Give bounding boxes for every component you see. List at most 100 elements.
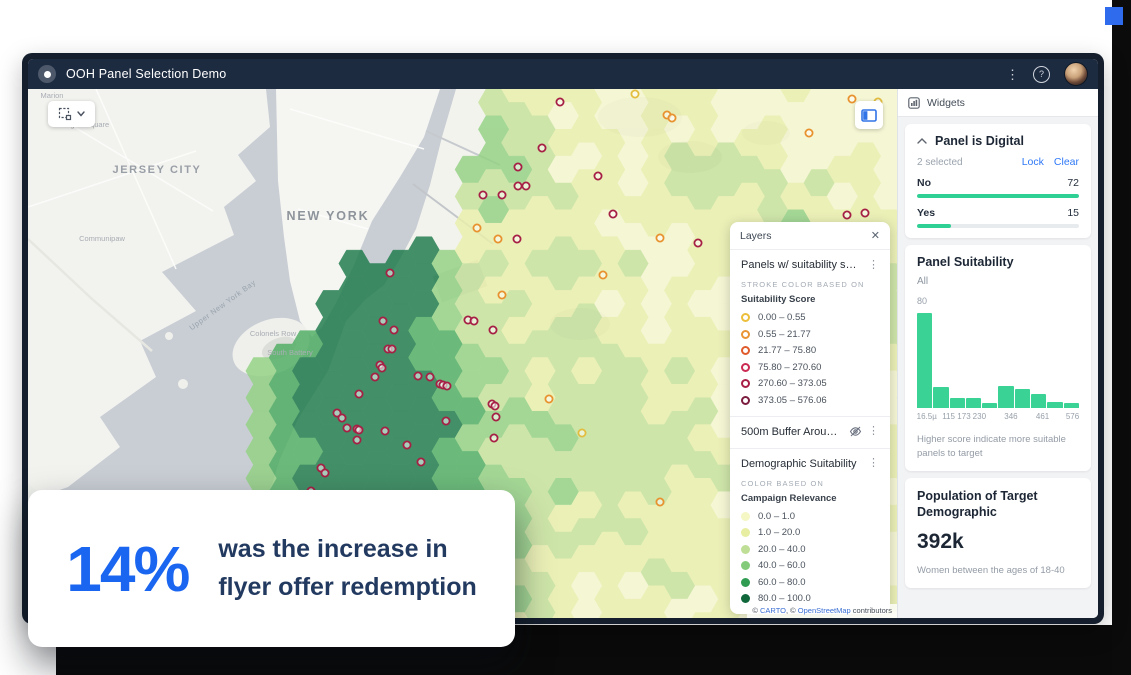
histogram-bar[interactable] xyxy=(1015,389,1030,408)
legend-ring-swatch xyxy=(741,330,750,339)
histogram-bar[interactable] xyxy=(1064,403,1079,408)
panel-marker[interactable] xyxy=(556,98,563,105)
legend-dot-swatch xyxy=(741,594,750,603)
legend-dot-swatch xyxy=(741,561,750,570)
x-tick-label: 230 xyxy=(973,412,986,421)
panel-marker[interactable] xyxy=(470,317,477,324)
panel-marker[interactable] xyxy=(417,458,424,465)
panel-marker[interactable] xyxy=(513,235,520,242)
panel-marker[interactable] xyxy=(594,172,601,179)
histogram-bar[interactable] xyxy=(982,403,997,408)
map-panel-toggle-button[interactable] xyxy=(855,101,883,129)
histogram-bar[interactable] xyxy=(966,398,981,408)
lock-button[interactable]: Lock xyxy=(1022,156,1044,168)
legend-label: 80.0 – 100.0 xyxy=(758,593,811,604)
panel-marker[interactable] xyxy=(656,234,663,241)
panel-marker[interactable] xyxy=(514,163,521,170)
panel-marker[interactable] xyxy=(381,427,388,434)
histogram-bar[interactable] xyxy=(950,398,965,408)
panel-marker[interactable] xyxy=(668,114,675,121)
panel-marker[interactable] xyxy=(355,390,362,397)
panel-marker[interactable] xyxy=(379,317,386,324)
histogram[interactable] xyxy=(917,308,1079,408)
legend-item: 60.0 – 80.0 xyxy=(741,577,879,588)
selection-tool-button[interactable] xyxy=(48,101,95,127)
panel-marker[interactable] xyxy=(631,90,638,97)
histogram-bar[interactable] xyxy=(917,313,932,408)
panel-marker[interactable] xyxy=(371,373,378,380)
legend-label: 1.0 – 20.0 xyxy=(758,527,800,538)
layer-options-icon[interactable]: ⋮ xyxy=(868,426,879,437)
carto-link[interactable]: CARTO xyxy=(760,606,786,615)
layer-options-icon[interactable]: ⋮ xyxy=(868,458,879,469)
panel-marker[interactable] xyxy=(514,182,521,189)
panel-marker[interactable] xyxy=(386,269,393,276)
panel-marker[interactable] xyxy=(353,436,360,443)
panel-marker[interactable] xyxy=(492,413,499,420)
titlebar: OOH Panel Selection Demo ⋮ ? xyxy=(28,59,1098,89)
panel-marker[interactable] xyxy=(522,182,529,189)
osm-link[interactable]: OpenStreetMap xyxy=(798,606,851,615)
legend-label: 0.55 – 21.77 xyxy=(758,329,811,340)
panel-marker[interactable] xyxy=(498,191,505,198)
panel-marker[interactable] xyxy=(388,345,395,352)
panel-marker[interactable] xyxy=(479,191,486,198)
legend-item: 1.0 – 20.0 xyxy=(741,527,879,538)
category-bar-row[interactable]: No72 xyxy=(917,177,1079,198)
layer-section-demographic: Demographic Suitability ⋮ COLOR BASED ON… xyxy=(730,449,890,615)
panel-marker[interactable] xyxy=(843,211,850,218)
category-bar-row[interactable]: Yes15 xyxy=(917,207,1079,228)
legend-item: 373.05 – 576.06 xyxy=(741,395,879,406)
panel-marker[interactable] xyxy=(489,326,496,333)
panel-marker[interactable] xyxy=(321,469,328,476)
panel-marker[interactable] xyxy=(578,429,585,436)
histogram-bar[interactable] xyxy=(1047,402,1062,408)
stat-text: was the increase in flyer offer redempti… xyxy=(218,531,476,606)
panel-marker[interactable] xyxy=(545,395,552,402)
panel-marker[interactable] xyxy=(491,402,498,409)
help-icon[interactable]: ? xyxy=(1033,66,1050,83)
panel-marker[interactable] xyxy=(442,417,449,424)
panel-marker[interactable] xyxy=(599,271,606,278)
avatar[interactable] xyxy=(1064,62,1088,86)
panel-marker[interactable] xyxy=(355,426,362,433)
visibility-off-icon[interactable] xyxy=(849,426,862,437)
panel-marker[interactable] xyxy=(390,326,397,333)
more-menu-icon[interactable]: ⋮ xyxy=(1006,68,1019,81)
panel-marker[interactable] xyxy=(490,434,497,441)
panel-marker[interactable] xyxy=(538,144,545,151)
x-tick-label: 346 xyxy=(1004,412,1017,421)
panel-marker[interactable] xyxy=(498,291,505,298)
panel-marker[interactable] xyxy=(403,441,410,448)
histogram-bar[interactable] xyxy=(998,386,1013,409)
layer-options-icon[interactable]: ⋮ xyxy=(868,260,879,271)
legend-item: 80.0 – 100.0 xyxy=(741,593,879,604)
widget-title: Panel Suitability xyxy=(917,255,1014,269)
panel-marker[interactable] xyxy=(343,424,350,431)
legend-dot-swatch xyxy=(741,578,750,587)
panel-marker[interactable] xyxy=(861,209,868,216)
panel-marker[interactable] xyxy=(338,414,345,421)
histogram-bar[interactable] xyxy=(1031,394,1046,408)
panel-marker[interactable] xyxy=(473,224,480,231)
panel-marker[interactable] xyxy=(656,498,663,505)
category-value: 15 xyxy=(1067,207,1079,219)
panel-marker[interactable] xyxy=(494,235,501,242)
panel-marker[interactable] xyxy=(426,373,433,380)
panel-marker[interactable] xyxy=(805,129,812,136)
widgets-header-label: Widgets xyxy=(927,97,965,109)
panel-marker[interactable] xyxy=(378,364,385,371)
legend-item: 21.77 – 75.80 xyxy=(741,345,879,356)
panel-marker[interactable] xyxy=(414,372,421,379)
app-logo-icon xyxy=(38,65,56,83)
collapse-chevron-icon[interactable] xyxy=(917,138,927,144)
panel-marker[interactable] xyxy=(443,382,450,389)
panel-marker[interactable] xyxy=(848,95,855,102)
panel-marker[interactable] xyxy=(694,239,701,246)
close-icon[interactable]: ✕ xyxy=(871,231,880,242)
layers-panel-title: Layers xyxy=(740,230,772,242)
panel-marker[interactable] xyxy=(609,210,616,217)
category-bars: No72 Yes15 xyxy=(917,177,1079,228)
histogram-bar[interactable] xyxy=(933,387,948,408)
clear-button[interactable]: Clear xyxy=(1054,156,1079,168)
